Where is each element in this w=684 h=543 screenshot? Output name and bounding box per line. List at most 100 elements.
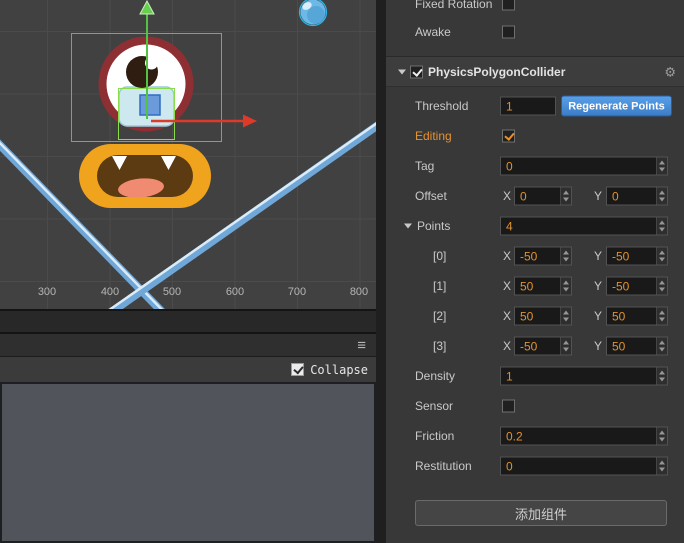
point-index: [0] [433,249,447,263]
tag-stepper[interactable] [656,157,667,175]
stepper[interactable] [656,307,667,325]
ruler-label: 300 [38,286,56,298]
stepper[interactable] [560,247,571,265]
collider-enabled-checkbox[interactable] [410,65,423,78]
offset-x-label: X [503,189,512,203]
friction-field[interactable]: 0.2 [500,426,668,446]
density-field[interactable]: 1 [500,366,668,386]
stepper[interactable] [656,337,667,355]
add-component-button[interactable]: 添加组件 [415,500,667,526]
point-3-x-field[interactable]: -50 [514,336,572,356]
row-awake: Awake [386,17,684,47]
collapse-label: Collapse [310,362,368,377]
point-x-label: X [503,279,512,293]
point-x-label: X [503,249,512,263]
point-x-label: X [503,339,512,353]
stepper[interactable] [560,277,571,295]
offset-y-field[interactable]: 0 [606,186,668,206]
row-tag: Tag 0 [386,151,684,181]
regenerate-points-button[interactable]: Regenerate Points [561,95,672,117]
row-point-2: [2] X 50 Y 50 [386,301,684,331]
points-count-field[interactable]: 4 [500,216,668,236]
point-index: [2] [433,309,447,323]
row-restitution: Restitution 0 [386,451,684,481]
console-panel[interactable] [0,382,376,543]
offset-label: Offset [415,189,447,203]
point-2-x-field[interactable]: 50 [514,306,572,326]
offset-y-label: Y [594,189,603,203]
fixed-rotation-checkbox[interactable] [502,0,515,11]
collapsed-panel-strip [0,311,376,332]
inspector-panel: Fixed Rotation Awake PhysicsPolygonColli… [386,0,684,543]
fixed-rotation-label: Fixed Rotation [415,0,493,11]
row-point-3: [3] X -50 Y 50 [386,331,684,361]
point-y-label: Y [594,309,603,323]
point-index: [1] [433,279,447,293]
offset-y-stepper[interactable] [656,187,667,205]
point-y-label: Y [594,339,603,353]
point-3-y-field[interactable]: 50 [606,336,668,356]
stepper[interactable] [560,307,571,325]
chevron-down-icon[interactable] [404,223,412,229]
scene-canvas[interactable]: 300 400 500 600 700 800 [0,0,376,309]
row-sensor: Sensor [386,391,684,421]
friction-stepper[interactable] [656,427,667,445]
ruler-label: 800 [350,286,368,298]
row-editing: Editing [386,121,684,151]
point-0-y-field[interactable]: -50 [606,246,668,266]
awake-label: Awake [415,25,451,39]
editor-root: 300 400 500 600 700 800 ≡ Collapse Fixed… [0,0,684,543]
point-2-y-field[interactable]: 50 [606,306,668,326]
restitution-label: Restitution [415,459,472,473]
stepper[interactable] [560,337,571,355]
collider-handle[interactable] [139,94,161,116]
stepper[interactable] [656,247,667,265]
sensor-checkbox[interactable] [502,399,515,413]
panel-header-strip: ≡ [0,332,376,356]
ruler-label: 600 [226,286,244,298]
restitution-field[interactable]: 0 [500,456,668,476]
tag-label: Tag [415,159,435,173]
panel-splitter[interactable] [376,0,386,543]
scene-viewport[interactable]: 300 400 500 600 700 800 [0,0,376,309]
row-threshold: Threshold 1 Regenerate Points [386,91,684,121]
row-points-header: Points 4 [386,211,684,241]
collider-section-header[interactable]: PhysicsPolygonCollider ⚙ [386,57,684,87]
tag-field[interactable]: 0 [500,156,668,176]
row-friction: Friction 0.2 [386,421,684,451]
editing-checkbox[interactable] [502,129,515,143]
offset-x-field[interactable]: 0 [514,186,572,206]
mouth-sprite[interactable] [79,144,211,208]
chevron-down-icon[interactable] [398,69,406,74]
console-toolbar: Collapse [0,356,376,382]
left-column: 300 400 500 600 700 800 ≡ Collapse [0,0,376,543]
point-index: [3] [433,339,447,353]
menu-icon[interactable]: ≡ [357,338,366,353]
awake-checkbox[interactable] [502,25,515,39]
point-1-y-field[interactable]: -50 [606,276,668,296]
stepper[interactable] [656,277,667,295]
point-y-label: Y [594,249,603,263]
offset-x-stepper[interactable] [560,187,571,205]
points-count-stepper[interactable] [656,217,667,235]
friction-label: Friction [415,429,455,443]
ruler-labels: 300 400 500 600 700 800 [38,286,368,298]
point-0-x-field[interactable]: -50 [514,246,572,266]
point-y-label: Y [594,279,603,293]
threshold-field[interactable]: 1 [500,96,556,116]
density-label: Density [415,369,456,383]
ruler-label: 500 [163,286,181,298]
collapse-checkbox[interactable] [291,363,305,376]
sensor-label: Sensor [415,399,454,413]
restitution-stepper[interactable] [656,457,667,475]
density-stepper[interactable] [656,367,667,385]
editing-label: Editing [415,129,452,143]
collider-title: PhysicsPolygonCollider [428,64,566,79]
ball-sprite[interactable] [298,0,328,27]
row-point-0: [0] X -50 Y -50 [386,241,684,271]
point-1-x-field[interactable]: 50 [514,276,572,296]
row-density: Density 1 [386,361,684,391]
gear-icon[interactable]: ⚙ [664,65,676,78]
threshold-label: Threshold [415,99,469,113]
ruler-label: 400 [101,286,119,298]
